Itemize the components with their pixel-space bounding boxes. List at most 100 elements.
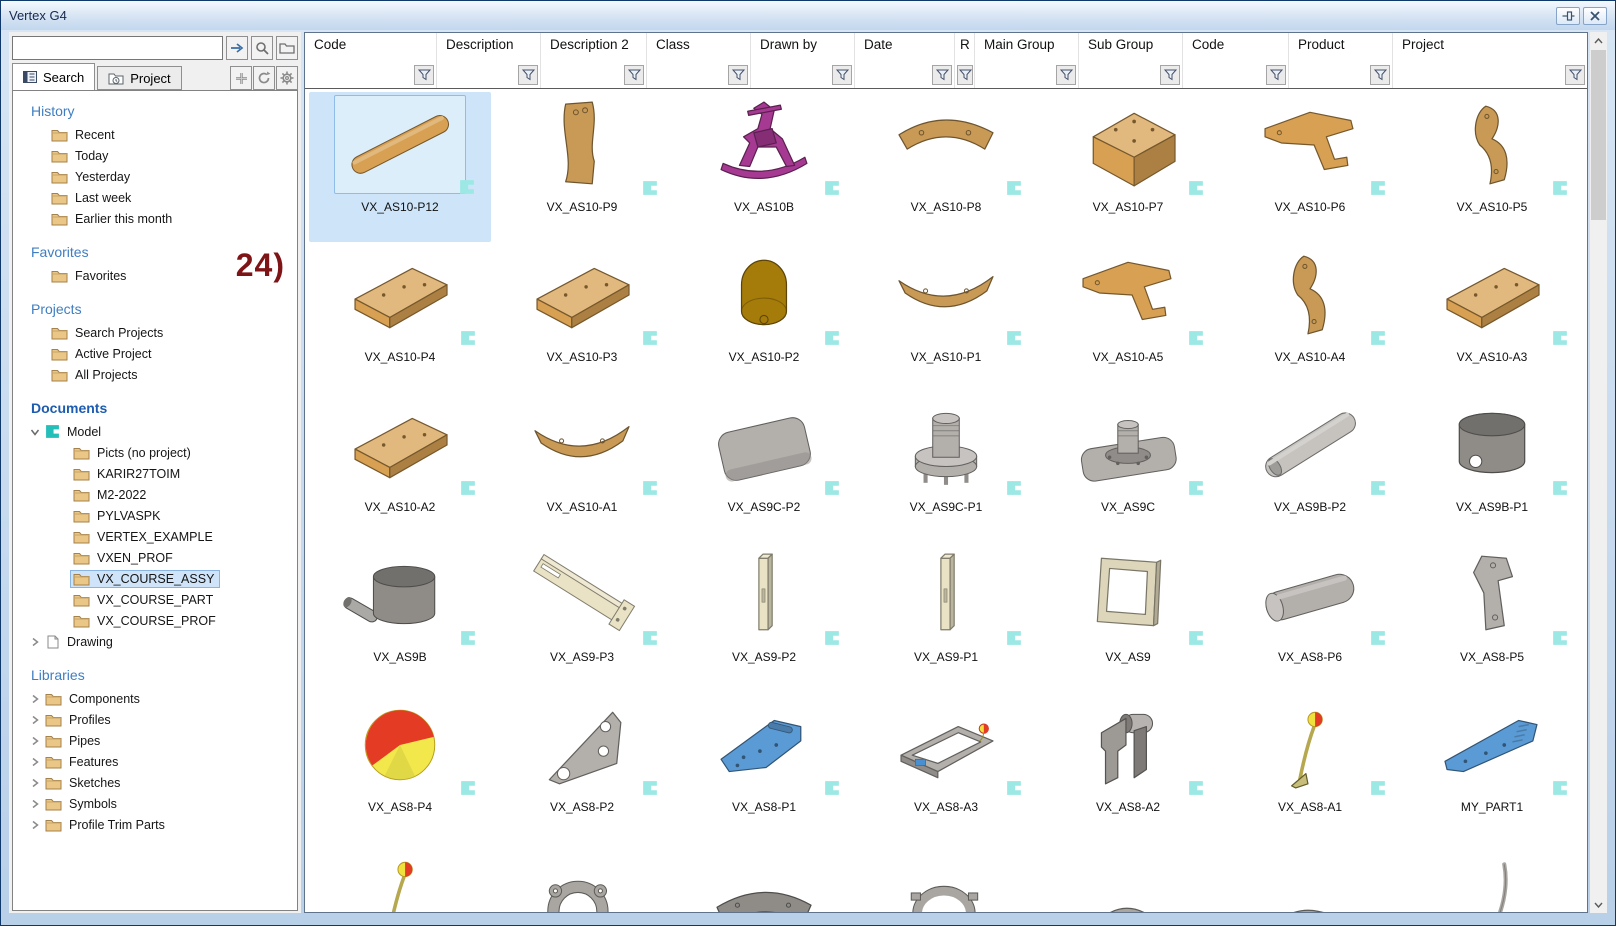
column-header-code-9[interactable]: Code xyxy=(1183,33,1289,88)
scroll-up-arrow[interactable] xyxy=(1590,32,1607,49)
column-header-description-1[interactable]: Description xyxy=(437,33,541,88)
grid-item-vx-as9c[interactable]: VX_AS9C xyxy=(1037,392,1219,542)
grid-item-vx-as10-p4[interactable]: VX_AS10-P4 xyxy=(309,242,491,392)
tree-item-all-projects[interactable]: All Projects xyxy=(13,364,297,385)
grid-item-vx-as8-a2[interactable]: VX_AS8-A2 xyxy=(1037,692,1219,842)
grid-item-my-part1[interactable]: MY_PART1 xyxy=(1401,692,1583,842)
filter-button[interactable] xyxy=(1056,65,1076,85)
tree-item-features[interactable]: Features xyxy=(13,751,297,772)
scroll-down-arrow[interactable] xyxy=(1590,896,1607,913)
grid-item-vx-as10-p1[interactable]: VX_AS10-P1 xyxy=(855,242,1037,392)
tree-item-vxen-prof[interactable]: VXEN_PROF xyxy=(13,547,297,568)
grid-item-vx-as9b-p2[interactable]: VX_AS9B-P2 xyxy=(1219,392,1401,542)
tree-item-yesterday[interactable]: Yesterday xyxy=(13,166,297,187)
filter-button[interactable] xyxy=(1160,65,1180,85)
tree-item-vertex-example[interactable]: VERTEX_EXAMPLE xyxy=(13,526,297,547)
grid-item-vx-as10-p7[interactable]: VX_AS10-P7 xyxy=(1037,92,1219,242)
grid-item-vx-as8-p2[interactable]: VX_AS8-P2 xyxy=(491,692,673,842)
tree-item-sketches[interactable]: Sketches xyxy=(13,772,297,793)
grid-item-vx-as9b[interactable]: VX_AS9B xyxy=(309,542,491,692)
grid-item-vx-as10-a5[interactable]: VX_AS10-A5 xyxy=(1037,242,1219,392)
tree-item-search-projects[interactable]: Search Projects xyxy=(13,322,297,343)
filter-button[interactable] xyxy=(1370,65,1390,85)
grid-item-vx-as10-a3[interactable]: VX_AS10-A3 xyxy=(1401,242,1583,392)
column-header-description-2-2[interactable]: Description 2 xyxy=(541,33,647,88)
grid-item-vx-as8-p5[interactable]: VX_AS8-P5 xyxy=(1401,542,1583,692)
add-button[interactable] xyxy=(230,66,252,90)
grid-item-vx-as10-a4[interactable]: VX_AS10-A4 xyxy=(1219,242,1401,392)
tree-item-last-week[interactable]: Last week xyxy=(13,187,297,208)
tree-item-m2-2022[interactable]: M2-2022 xyxy=(13,484,297,505)
column-header-product-10[interactable]: Product xyxy=(1289,33,1393,88)
grid-item-vx-as10-p8[interactable]: VX_AS10-P8 xyxy=(855,92,1037,242)
grid-item-vx-as9[interactable]: VX_AS9 xyxy=(1037,542,1219,692)
refresh-button[interactable] xyxy=(253,66,275,90)
filter-button[interactable] xyxy=(832,65,852,85)
tree-node-model[interactable]: Model xyxy=(13,421,297,442)
column-header-date-5[interactable]: Date xyxy=(855,33,955,88)
grid-item-vx-as10-p3[interactable]: VX_AS10-P3 xyxy=(491,242,673,392)
scrollbar-thumb[interactable] xyxy=(1591,50,1606,220)
tree-item-active-project[interactable]: Active Project xyxy=(13,343,297,364)
grid-item-vx-as9-p1[interactable]: VX_AS9-P1 xyxy=(855,542,1037,692)
settings-button[interactable] xyxy=(276,66,298,90)
search-button[interactable] xyxy=(251,36,273,60)
titlebar[interactable]: Vertex G4 xyxy=(1,1,1615,30)
column-header-sub-group-8[interactable]: Sub Group xyxy=(1079,33,1183,88)
pin-button[interactable] xyxy=(1556,7,1580,25)
grid-item-vx-as10-a1[interactable]: VX_AS10-A1 xyxy=(491,392,673,542)
column-header-class-3[interactable]: Class xyxy=(647,33,751,88)
grid-item-vx-as9c-p2[interactable]: VX_AS9C-P2 xyxy=(673,392,855,542)
filter-button[interactable] xyxy=(1565,65,1585,85)
grid-item-vx-as9-p3[interactable]: VX_AS9-P3 xyxy=(491,542,673,692)
filter-button[interactable] xyxy=(728,65,748,85)
column-header-code-0[interactable]: Code xyxy=(305,33,437,88)
grid-item-partial[interactable] xyxy=(673,842,855,912)
tab-project[interactable]: Project xyxy=(97,66,181,90)
filter-button[interactable] xyxy=(1266,65,1286,85)
grid-item-partial[interactable] xyxy=(1219,842,1401,912)
grid-item-vx-as10-p12[interactable]: VX_AS10-P12 xyxy=(309,92,491,242)
go-button[interactable] xyxy=(226,36,248,60)
grid-item-partial[interactable] xyxy=(309,842,491,912)
grid-item-vx-as8-p6[interactable]: VX_AS8-P6 xyxy=(1219,542,1401,692)
tree-item-profiles[interactable]: Profiles xyxy=(13,709,297,730)
grid-item-vx-as9-p2[interactable]: VX_AS9-P2 xyxy=(673,542,855,692)
tree-node-drawing[interactable]: Drawing xyxy=(13,631,297,652)
tab-search[interactable]: Search xyxy=(12,63,95,90)
column-header-project-11[interactable]: Project xyxy=(1393,33,1587,88)
tree-item-components[interactable]: Components xyxy=(13,688,297,709)
grid-item-vx-as10-p2[interactable]: VX_AS10-P2 xyxy=(673,242,855,392)
filter-button[interactable] xyxy=(957,65,973,85)
grid-item-vx-as8-p4[interactable]: VX_AS8-P4 xyxy=(309,692,491,842)
column-header-drawn-by-4[interactable]: Drawn by xyxy=(751,33,855,88)
open-folder-button[interactable] xyxy=(276,36,298,60)
filter-button[interactable] xyxy=(518,65,538,85)
tree-item-earlier-this-month[interactable]: Earlier this month xyxy=(13,208,297,229)
tree-item-karir27toim[interactable]: KARIR27TOIM xyxy=(13,463,297,484)
tree-item-vx-course-prof[interactable]: VX_COURSE_PROF xyxy=(13,610,297,631)
grid-item-vx-as10b[interactable]: VX_AS10B xyxy=(673,92,855,242)
grid-item-vx-as10-p6[interactable]: VX_AS10-P6 xyxy=(1219,92,1401,242)
tree-item-picts-no-project[interactable]: Picts (no project) xyxy=(13,442,297,463)
tree-item-recent[interactable]: Recent xyxy=(13,124,297,145)
grid-item-partial[interactable] xyxy=(491,842,673,912)
grid-item-vx-as8-a1[interactable]: VX_AS8-A1 xyxy=(1219,692,1401,842)
vertical-scrollbar[interactable] xyxy=(1590,32,1607,913)
grid-item-partial[interactable] xyxy=(1037,842,1219,912)
grid-item-vx-as9c-p1[interactable]: VX_AS9C-P1 xyxy=(855,392,1037,542)
column-header-r-6[interactable]: R xyxy=(955,33,975,88)
grid-item-vx-as10-p9[interactable]: VX_AS10-P9 xyxy=(491,92,673,242)
filter-button[interactable] xyxy=(932,65,952,85)
column-header-main-group-7[interactable]: Main Group xyxy=(975,33,1079,88)
filter-button[interactable] xyxy=(624,65,644,85)
grid-item-vx-as9b-p1[interactable]: VX_AS9B-P1 xyxy=(1401,392,1583,542)
grid-item-vx-as10-p5[interactable]: VX_AS10-P5 xyxy=(1401,92,1583,242)
grid-item-vx-as10-a2[interactable]: VX_AS10-A2 xyxy=(309,392,491,542)
tree-item-profile-trim-parts[interactable]: Profile Trim Parts xyxy=(13,814,297,835)
tree-item-symbols[interactable]: Symbols xyxy=(13,793,297,814)
search-input[interactable] xyxy=(12,36,223,60)
grid-item-partial[interactable] xyxy=(855,842,1037,912)
close-button[interactable] xyxy=(1583,7,1607,25)
filter-button[interactable] xyxy=(414,65,434,85)
